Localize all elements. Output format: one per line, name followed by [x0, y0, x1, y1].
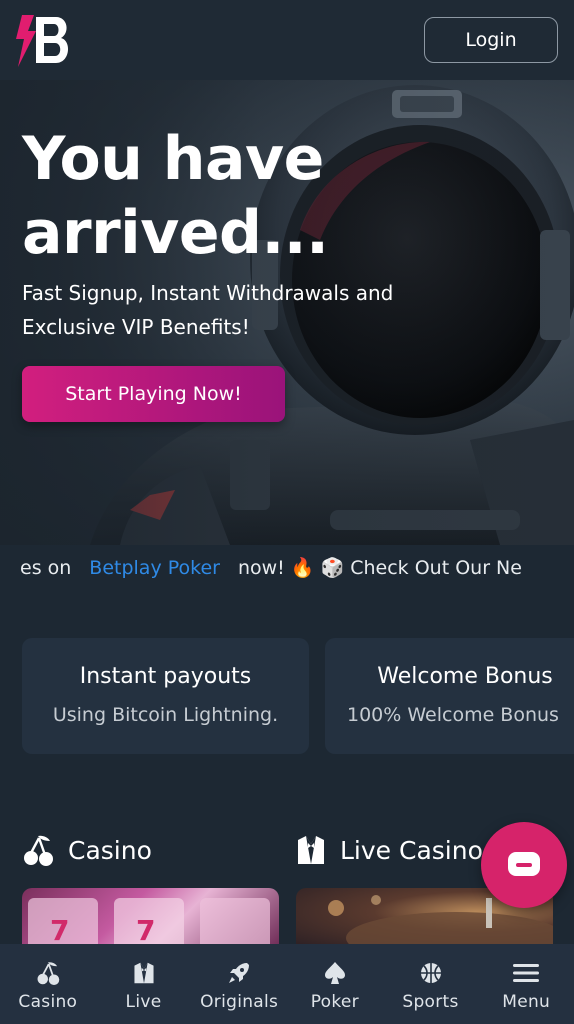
card-subtitle: 100% Welcome Bonus [347, 704, 559, 726]
chat-bubble-icon [508, 852, 540, 876]
nav-casino[interactable]: Casino [0, 944, 96, 1024]
chat-support-button[interactable] [481, 822, 567, 908]
nav-casino-label: Casino [18, 992, 78, 1012]
nav-originals[interactable]: Originals [191, 944, 287, 1024]
ticker-text-rest: now! 🔥 🎲 Check Out Our Ne [237, 557, 522, 579]
hero-title-line2: arrived... [22, 198, 329, 268]
brand-logo[interactable] [12, 9, 74, 71]
nav-sports[interactable]: Sports [383, 944, 479, 1024]
top-bar: Login [0, 0, 574, 80]
start-playing-button[interactable]: Start Playing Now! [22, 366, 285, 422]
feature-cards: Instant payouts Using Bitcoin Lightning.… [0, 638, 574, 754]
section-casino-label: Casino [68, 835, 152, 865]
slot-reels-image: 7 7 [28, 898, 270, 948]
nav-poker-label: Poker [310, 992, 359, 1012]
svg-text:7: 7 [50, 914, 69, 947]
card-welcome-bonus[interactable]: Welcome Bonus 100% Welcome Bonus [325, 638, 574, 754]
bottom-navigation: Casino Live Originals Poker Sports Menu [0, 944, 574, 1024]
hero-banner: You have arrived... Fast Signup, Instant… [0, 80, 574, 545]
section-live-casino-label: Live Casino [340, 835, 483, 865]
card-title: Instant payouts [79, 664, 252, 689]
svg-text:7: 7 [136, 914, 155, 947]
announcement-ticker: es on Betplay Poker now! 🔥 🎲 Check Out Our… [0, 545, 574, 591]
tuxedo-icon [298, 836, 324, 864]
cherries-icon [24, 835, 53, 866]
nav-menu[interactable]: Menu [478, 944, 574, 1024]
ticker-poker-link[interactable]: Betplay Poker [89, 545, 220, 591]
hero-subtitle: Fast Signup, Instant Withdrawals and Exc… [22, 281, 394, 339]
nav-originals-label: Originals [200, 992, 279, 1012]
nav-sports-label: Sports [402, 992, 459, 1012]
nav-live-label: Live [125, 992, 162, 1012]
login-button[interactable]: Login [424, 17, 558, 63]
rocket-icon [229, 963, 250, 983]
app-page: Login You have arrived... Fast Signup, I… [0, 0, 574, 1024]
nav-poker[interactable]: Poker [287, 944, 383, 1024]
tuxedo-icon [133, 962, 154, 984]
nav-live[interactable]: Live [96, 944, 192, 1024]
cherries-icon [37, 962, 60, 985]
spade-icon [324, 962, 345, 984]
hero-title-line1: You have [22, 124, 324, 194]
hamburger-icon [513, 964, 540, 982]
hero-title: You have arrived... [22, 122, 329, 270]
card-subtitle: Using Bitcoin Lightning. [52, 704, 279, 726]
basketball-icon [420, 963, 441, 983]
card-instant-payouts[interactable]: Instant payouts Using Bitcoin Lightning. [22, 638, 309, 754]
nav-menu-label: Menu [502, 992, 551, 1012]
card-title: Welcome Bonus [377, 664, 553, 689]
casino-slot-thumbnail[interactable]: 7 7 [22, 888, 279, 948]
ticker-text-lead: es on [20, 557, 72, 579]
section-casino[interactable]: Casino [22, 832, 152, 868]
section-live-casino[interactable]: Live Casino [296, 832, 483, 868]
